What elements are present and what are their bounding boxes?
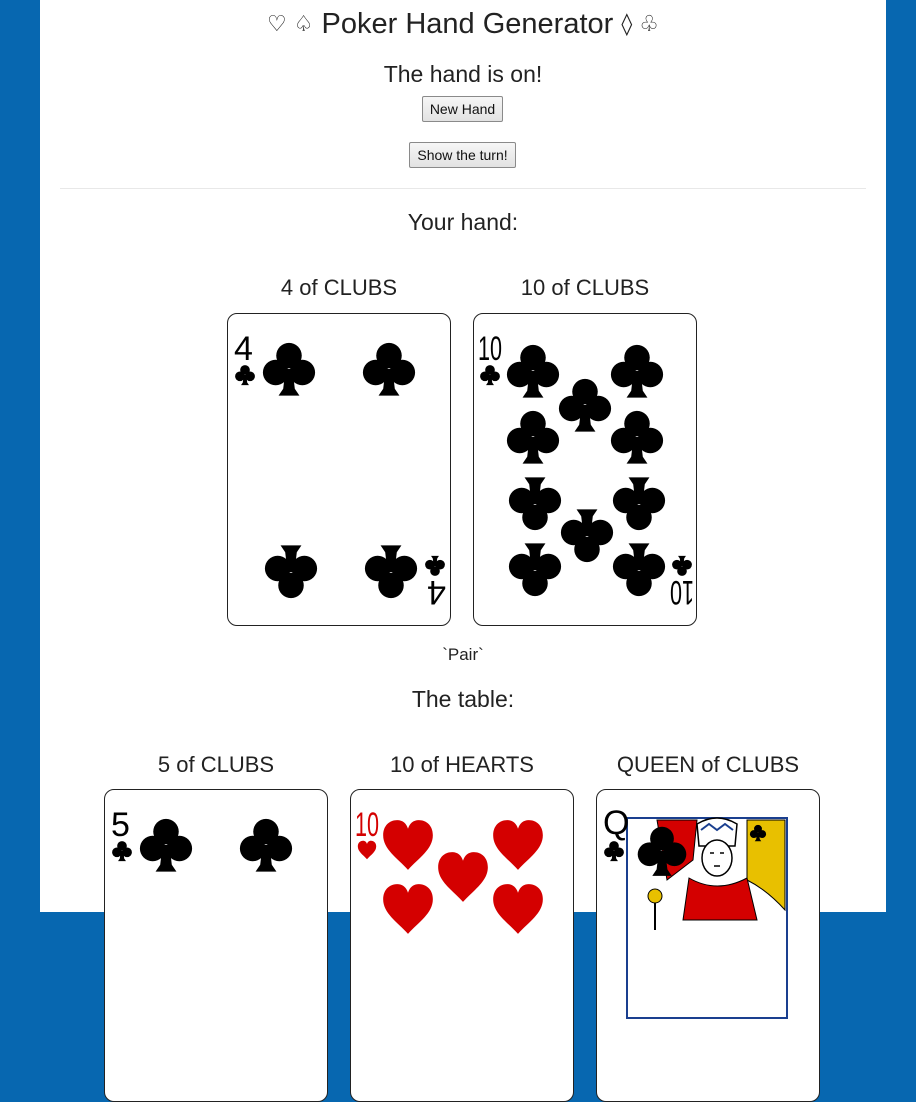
heart-icon: [438, 852, 488, 902]
club-icon: [264, 545, 318, 599]
club-icon: [425, 555, 445, 576]
card-rank: 4: [427, 573, 446, 611]
title-text: Poker Hand Generator: [321, 8, 614, 40]
club-icon: [604, 841, 624, 862]
club-icon: [112, 841, 132, 862]
card-rank: 10: [670, 573, 694, 611]
card-rank: 5: [111, 806, 130, 844]
table-heading: The table:: [411, 686, 515, 712]
your-hand-heading: Your hand:: [407, 209, 519, 235]
club-icon: [262, 342, 316, 396]
status-message: The hand is on!: [383, 61, 543, 87]
card-label: 5 of CLUBS: [157, 752, 275, 777]
club-icon: [610, 410, 664, 464]
heart-spade-icons: ♡ ♤: [267, 12, 314, 37]
hand-evaluation: `Pair`: [442, 645, 484, 664]
club-icon: [139, 818, 193, 872]
page-title: ♡ ♤ Poker Hand Generator ◊ ♧: [40, 6, 886, 43]
card-face: 4 4: [234, 330, 446, 611]
club-icon: [508, 543, 562, 597]
club-icon: [612, 543, 666, 597]
heart-icon: [383, 884, 433, 934]
divider: [60, 188, 866, 189]
club-icon: [480, 365, 500, 386]
club-icon: [558, 378, 612, 432]
card-rank: Q: [603, 804, 629, 842]
card-label: 10 of HEARTS: [390, 752, 534, 777]
show-turn-button[interactable]: Show the turn!: [409, 142, 516, 168]
card-face: 10 10: [478, 330, 694, 611]
card-label: 4 of CLUBS: [280, 275, 398, 300]
card-4-of-clubs[interactable]: 4 4: [227, 313, 451, 626]
heart-icon: [493, 884, 543, 934]
card-label: QUEEN of CLUBS: [616, 752, 800, 777]
card-face: Q: [603, 804, 788, 1019]
new-hand-button[interactable]: New Hand: [422, 96, 503, 122]
club-icon: [508, 477, 562, 531]
club-icon: [612, 477, 666, 531]
club-icon: [560, 509, 614, 563]
card-10-of-hearts[interactable]: 10: [350, 789, 574, 1102]
card-label: 10 of CLUBS: [520, 275, 650, 300]
card-5-of-clubs[interactable]: 5: [104, 789, 328, 1102]
card-rank: 10: [478, 330, 502, 368]
main-panel: ♡ ♤ Poker Hand Generator ◊ ♧ The hand is…: [40, 0, 886, 1102]
club-icon: [610, 344, 664, 398]
club-icon: [672, 555, 692, 576]
card-queen-of-clubs[interactable]: Q: [596, 789, 820, 1102]
club-icon: [364, 545, 418, 599]
diamond-club-icons: ◊ ♧: [621, 12, 659, 37]
club-icon: [506, 410, 560, 464]
club-icon: [235, 365, 255, 386]
card-rank: 10: [355, 806, 379, 844]
heart-icon: [493, 820, 543, 870]
card-face: 5: [111, 806, 293, 872]
club-icon: [506, 344, 560, 398]
card-10-of-clubs[interactable]: 10 10: [473, 313, 697, 626]
heart-icon: [383, 820, 433, 870]
card-face: 10: [355, 806, 543, 934]
club-icon: [362, 342, 416, 396]
club-icon: [239, 818, 293, 872]
card-rank: 4: [234, 330, 253, 368]
